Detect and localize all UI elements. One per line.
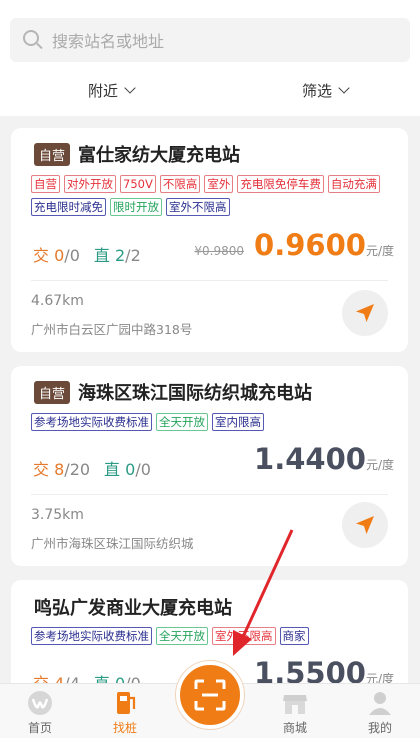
distance: 4.67km bbox=[31, 293, 84, 309]
current-price: 1.4400 bbox=[254, 442, 366, 476]
user-icon bbox=[365, 689, 395, 717]
navigate-button[interactable] bbox=[342, 502, 388, 548]
nearby-filter-label: 附近 bbox=[88, 82, 119, 100]
navigate-icon bbox=[356, 304, 374, 322]
station-tag: 室内限高 bbox=[212, 413, 264, 431]
address: 广州市白云区广园中路318号 bbox=[31, 322, 193, 337]
search-placeholder: 搜索站名或地址 bbox=[52, 32, 165, 51]
tab-mine-label: 我的 bbox=[367, 721, 392, 735]
tab-find[interactable]: 找桩 bbox=[95, 684, 155, 738]
scan-button[interactable] bbox=[176, 661, 244, 729]
tab-find-label: 找桩 bbox=[112, 721, 137, 735]
tab-mine[interactable]: 我的 bbox=[350, 684, 410, 738]
screen-filter[interactable]: 筛选 bbox=[302, 80, 350, 101]
station-title-row: 自营 富仕家纺大厦充电站 bbox=[34, 141, 240, 167]
tab-home-label: 首页 bbox=[27, 721, 52, 735]
tab-mall-label: 商城 bbox=[282, 721, 307, 735]
station-tag: 自营 bbox=[31, 175, 60, 193]
divider bbox=[31, 280, 388, 281]
station-tags: 自营 对外开放 750V 不限高 室外 充电限免停车费 自动充满充电限时减免 限时开放 室外不限… bbox=[31, 175, 391, 221]
port-availability: 交 8/20 直 0/0 bbox=[33, 456, 151, 480]
price-block: 1.4400 元/度 bbox=[254, 442, 394, 476]
station-tag: 不限高 bbox=[159, 175, 201, 193]
station-tag: 商家 bbox=[279, 627, 309, 645]
station-card[interactable]: 自营 海珠区珠江国际纺织城充电站 参考场地实际收费标准 全天开放 室内限高 交 8/… bbox=[11, 366, 408, 566]
charger-icon bbox=[110, 689, 140, 717]
price-unit: 元/度 bbox=[365, 244, 394, 258]
station-tag: 室外不限高 bbox=[212, 627, 276, 645]
station-tag: 参考场地实际收费标准 bbox=[31, 413, 152, 431]
navigate-button[interactable] bbox=[342, 290, 388, 336]
station-tag: 参考场地实际收费标准 bbox=[31, 627, 152, 645]
ac-ports: 交 8/20 bbox=[33, 460, 91, 479]
station-tag: 充电限时减免 bbox=[31, 198, 106, 216]
dc-ports: 直 2/2 bbox=[93, 246, 141, 265]
port-availability: 交 0/0 直 2/2 bbox=[33, 242, 141, 266]
station-tags: 参考场地实际收费标准 全天开放 室内限高 bbox=[31, 413, 391, 436]
station-tags: 参考场地实际收费标准 全天开放 室外不限高 商家 bbox=[31, 627, 391, 650]
original-price: ¥0.9800 bbox=[194, 244, 245, 258]
navigate-icon bbox=[356, 516, 374, 534]
station-title-row: 自营 海珠区珠江国际纺织城充电站 bbox=[34, 379, 312, 405]
station-tag: 自动充满 bbox=[327, 175, 380, 193]
price-block: ¥0.9800 0.9600 元/度 bbox=[194, 228, 394, 262]
ac-ports: 交 0/0 bbox=[33, 246, 80, 265]
distance: 3.75km bbox=[31, 507, 84, 523]
shop-icon bbox=[280, 689, 310, 717]
self-operated-badge: 自营 bbox=[34, 380, 71, 404]
station-tag: 750V bbox=[120, 175, 156, 193]
current-price: 0.9600 bbox=[254, 228, 366, 262]
station-tag: 限时开放 bbox=[110, 198, 162, 216]
chevron-down-icon bbox=[338, 82, 350, 94]
price-unit: 元/度 bbox=[365, 458, 394, 472]
station-tag: 充电限免停车费 bbox=[237, 175, 324, 193]
divider bbox=[31, 494, 388, 495]
search-input[interactable]: 搜索站名或地址 bbox=[10, 18, 410, 62]
station-tag: 全天开放 bbox=[156, 627, 208, 645]
station-tag: 室外不限高 bbox=[166, 198, 230, 216]
home-icon bbox=[25, 689, 55, 717]
address: 广州市海珠区珠江国际纺织城 bbox=[31, 536, 194, 551]
nearby-filter[interactable]: 附近 bbox=[88, 80, 136, 101]
self-operated-badge: 自营 bbox=[34, 142, 71, 166]
screen-filter-label: 筛选 bbox=[302, 82, 333, 100]
station-name: 鸣弘广发商业大厦充电站 bbox=[34, 598, 232, 619]
station-name: 海珠区珠江国际纺织城充电站 bbox=[78, 383, 313, 404]
station-tag: 全天开放 bbox=[156, 413, 208, 431]
station-title-row: 鸣弘广发商业大厦充电站 bbox=[34, 594, 232, 620]
filter-bar: 附近 筛选 bbox=[0, 72, 420, 108]
dc-ports: 直 0/0 bbox=[104, 460, 151, 479]
tab-mall[interactable]: 商城 bbox=[265, 684, 325, 738]
top-bar: 搜索站名或地址 附近 筛选 bbox=[0, 0, 420, 116]
station-card[interactable]: 自营 富仕家纺大厦充电站 自营 对外开放 750V 不限高 室外 充电限免停车费 自动充满充… bbox=[11, 128, 408, 352]
chevron-down-icon bbox=[124, 82, 136, 94]
station-name: 富仕家纺大厦充电站 bbox=[78, 145, 241, 166]
scan-icon bbox=[194, 679, 226, 711]
search-icon bbox=[22, 29, 44, 51]
station-tag: 室外 bbox=[204, 175, 234, 193]
station-tag: 对外开放 bbox=[64, 175, 116, 193]
tab-home[interactable]: 首页 bbox=[10, 684, 70, 738]
